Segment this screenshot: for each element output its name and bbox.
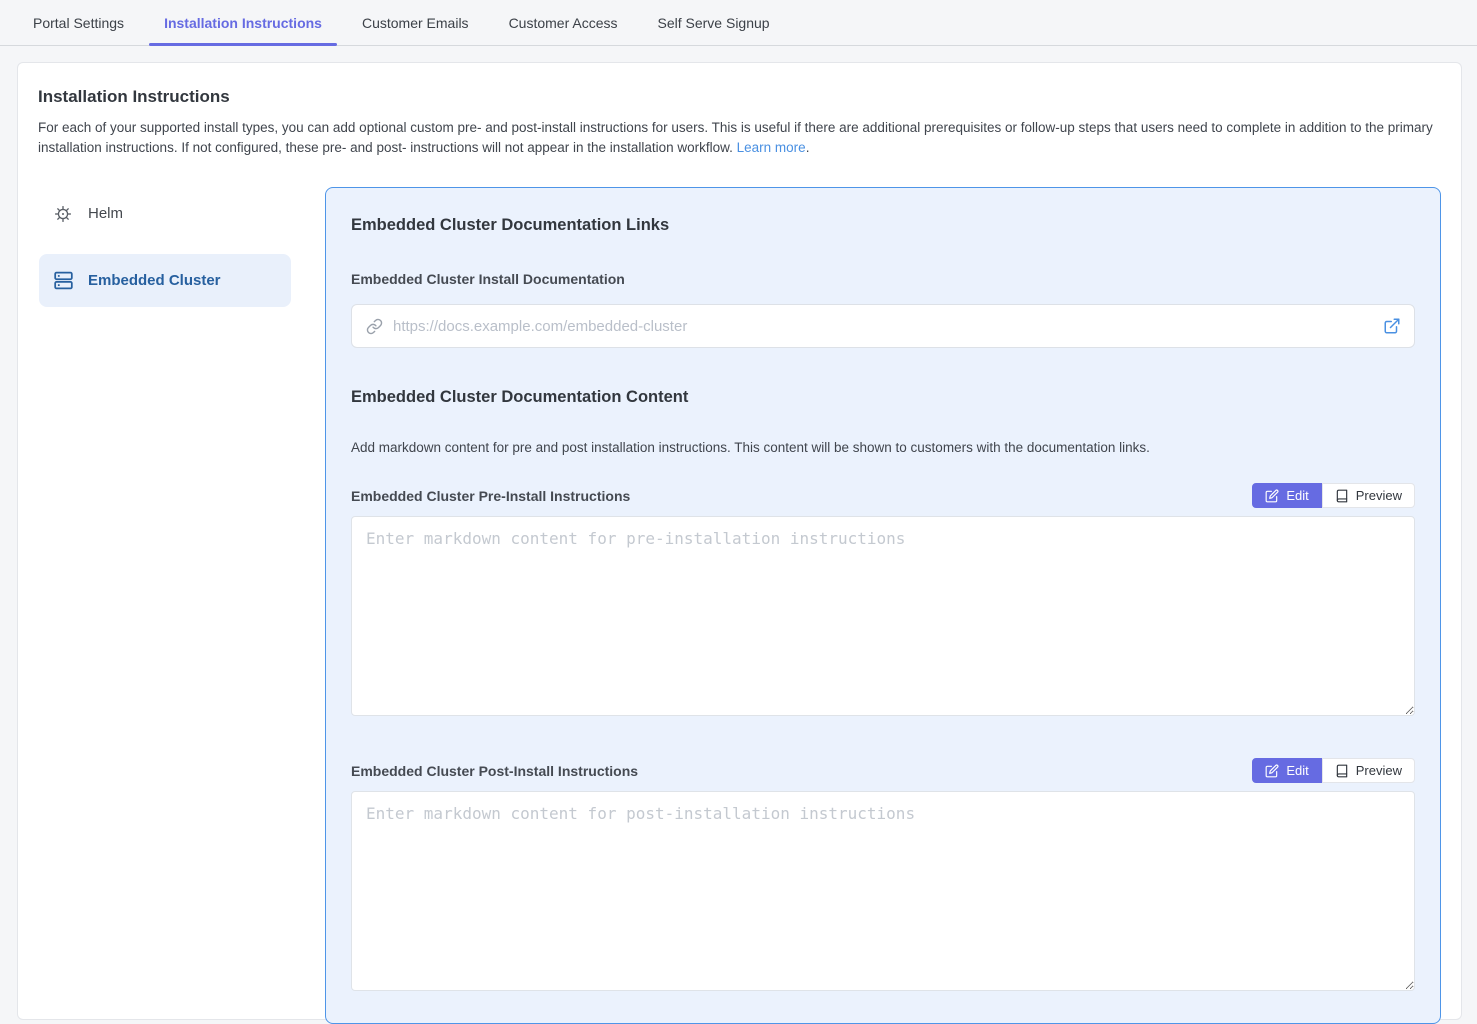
post-install-section: Embedded Cluster Post-Install Instructio… — [351, 758, 1415, 996]
server-stack-icon — [52, 270, 74, 292]
helm-wheel-icon — [52, 203, 74, 225]
tab-customer-emails[interactable]: Customer Emails — [347, 0, 484, 45]
pre-install-edit-button[interactable]: Edit — [1252, 483, 1321, 508]
documentation-links-heading: Embedded Cluster Documentation Links — [351, 216, 1415, 235]
learn-more-period: . — [806, 140, 810, 155]
external-link-icon[interactable] — [1383, 317, 1401, 335]
tab-portal-settings[interactable]: Portal Settings — [18, 0, 139, 45]
installation-instructions-card: Installation Instructions For each of yo… — [17, 62, 1462, 1020]
page-description-text: For each of your supported install types… — [38, 120, 1433, 155]
settings-tabbar: Portal Settings Installation Instruction… — [0, 0, 1477, 46]
post-install-mode-toggle: Edit Preview — [1252, 758, 1415, 783]
pre-install-markdown-textarea[interactable] — [351, 516, 1415, 716]
learn-more-link[interactable]: Learn more — [737, 140, 806, 155]
page-title: Installation Instructions — [38, 87, 1441, 107]
nav-item-label: Embedded Cluster — [88, 272, 221, 289]
post-install-edit-button[interactable]: Edit — [1252, 758, 1321, 783]
edit-pencil-icon — [1265, 489, 1279, 503]
page-description: For each of your supported install types… — [38, 118, 1438, 158]
install-type-nav: Helm Embedded Cluster — [38, 187, 291, 321]
post-install-label: Embedded Cluster Post-Install Instructio… — [351, 763, 638, 779]
tab-self-serve-signup[interactable]: Self Serve Signup — [643, 0, 785, 45]
documentation-content-description: Add markdown content for pre and post in… — [351, 440, 1415, 455]
book-icon — [1335, 489, 1349, 503]
documentation-content-heading: Embedded Cluster Documentation Content — [351, 388, 1415, 407]
install-documentation-input-wrap — [351, 304, 1415, 348]
pre-install-label: Embedded Cluster Pre-Install Instruction… — [351, 488, 630, 504]
tab-installation-instructions[interactable]: Installation Instructions — [149, 0, 337, 45]
embedded-cluster-panel: Embedded Cluster Documentation Links Emb… — [325, 187, 1441, 1024]
nav-item-helm[interactable]: Helm — [39, 187, 291, 240]
pre-install-mode-toggle: Edit Preview — [1252, 483, 1415, 508]
tab-customer-access[interactable]: Customer Access — [494, 0, 633, 45]
nav-item-embedded-cluster[interactable]: Embedded Cluster — [39, 254, 291, 307]
pre-install-section: Embedded Cluster Pre-Install Instruction… — [351, 483, 1415, 721]
install-documentation-label: Embedded Cluster Install Documentation — [351, 271, 1415, 287]
edit-pencil-icon — [1265, 764, 1279, 778]
link-icon — [366, 318, 383, 335]
post-install-preview-button[interactable]: Preview — [1322, 758, 1415, 783]
post-install-markdown-textarea[interactable] — [351, 791, 1415, 991]
pre-install-preview-button[interactable]: Preview — [1322, 483, 1415, 508]
install-documentation-url-input[interactable] — [393, 318, 1373, 335]
nav-item-label: Helm — [88, 205, 123, 222]
book-icon — [1335, 764, 1349, 778]
